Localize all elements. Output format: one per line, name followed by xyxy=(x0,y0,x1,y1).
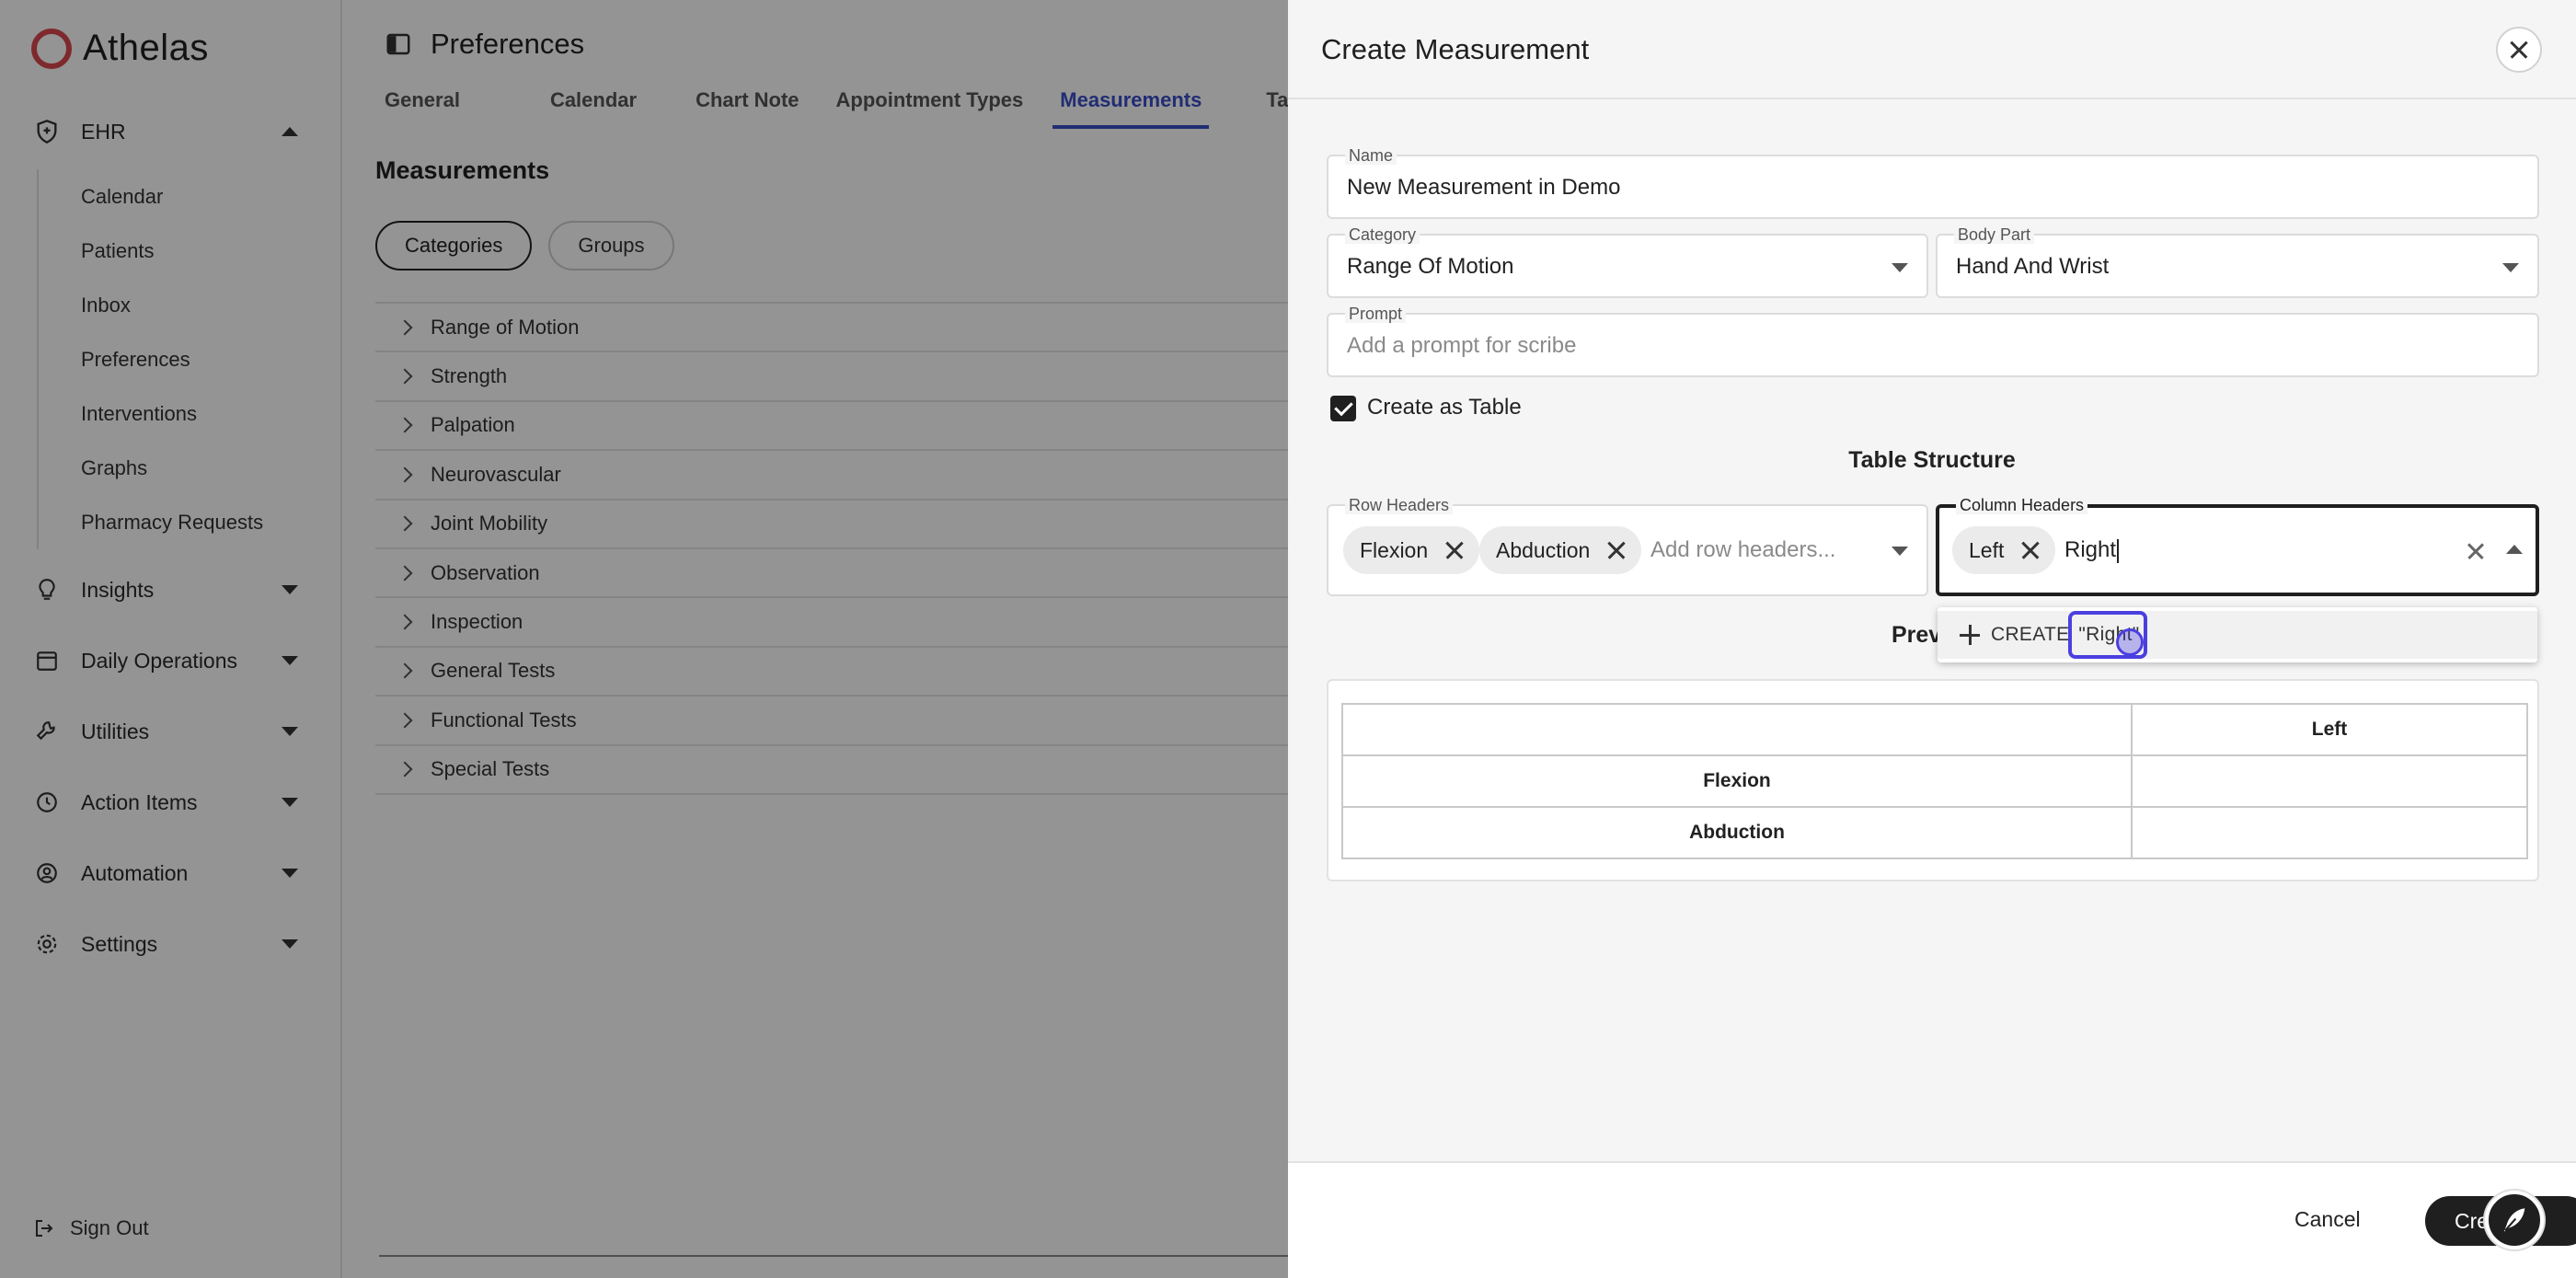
table-row: Abduction xyxy=(1341,806,2528,859)
modal-backdrop[interactable] xyxy=(0,0,1288,1278)
typed-text: Right xyxy=(2064,537,2117,562)
table-header-row: Left xyxy=(1341,703,2528,756)
prompt-label: Prompt xyxy=(1345,305,1407,323)
app-shell: Athelas EHR Calendar Patients Inbox Pref… xyxy=(0,0,2576,1278)
chip-label: Abduction xyxy=(1496,537,1591,562)
remove-chip-icon[interactable] xyxy=(1606,540,1627,560)
table-header-cell: Left xyxy=(2131,703,2528,756)
row-chip-abduction: Abduction xyxy=(1479,526,1642,574)
table-row-header: Flexion xyxy=(1341,754,2133,808)
prompt-placeholder: Add a prompt for scribe xyxy=(1347,333,1577,358)
create-as-table-label: Create as Table xyxy=(1367,395,1522,420)
create-option-prefix: CREATE xyxy=(1991,624,2070,645)
remove-chip-icon[interactable] xyxy=(1444,540,1465,560)
drawer-header: Create Measurement xyxy=(1288,0,2576,99)
cancel-button[interactable]: Cancel xyxy=(2294,1207,2361,1232)
column-headers-input[interactable]: Right xyxy=(2064,537,2120,563)
close-icon xyxy=(2508,39,2530,61)
table-cell xyxy=(2131,754,2528,808)
chevron-down-icon xyxy=(1892,263,1908,272)
column-chip-left: Left xyxy=(1952,526,2056,574)
row-headers-placeholder: Add row headers... xyxy=(1650,537,1836,562)
plus-icon xyxy=(1960,625,1980,645)
row-chip-flexion: Flexion xyxy=(1343,526,1480,574)
chevron-up-icon xyxy=(2506,545,2523,554)
chip-label: Flexion xyxy=(1360,537,1429,562)
mouse-cursor-indicator xyxy=(2116,628,2144,656)
prompt-field[interactable]: Prompt Add a prompt for scribe xyxy=(1327,305,2539,377)
close-button[interactable] xyxy=(2496,27,2542,73)
row-headers-label: Row Headers xyxy=(1345,496,1454,514)
drawer-title: Create Measurement xyxy=(1321,33,1590,65)
category-label: Category xyxy=(1345,225,1420,244)
body-part-select[interactable]: Body Part Hand And Wrist xyxy=(1936,225,2539,298)
table-cell xyxy=(2131,806,2528,859)
table-structure-title: Table Structure xyxy=(1848,447,2016,473)
name-label: Name xyxy=(1345,146,1397,165)
create-as-table-checkbox[interactable] xyxy=(1330,396,1356,421)
create-option-menu: CREATE "Right" xyxy=(1938,607,2537,662)
preview-table: Left Flexion Abduction xyxy=(1341,703,2528,859)
body-part-value: Hand And Wrist xyxy=(1956,254,2110,279)
chevron-down-icon xyxy=(2502,263,2519,272)
remove-chip-icon[interactable] xyxy=(2020,540,2041,560)
category-select[interactable]: Category Range Of Motion xyxy=(1327,225,1928,298)
chevron-down-icon xyxy=(1892,547,1908,556)
scribe-fab-button[interactable] xyxy=(2485,1191,2544,1249)
quill-icon xyxy=(2503,1208,2525,1232)
table-row: Flexion xyxy=(1341,754,2528,808)
create-option[interactable]: CREATE "Right" xyxy=(1938,611,2537,659)
name-value: New Measurement in Demo xyxy=(1347,175,1621,200)
category-value: Range Of Motion xyxy=(1347,254,1514,279)
chip-label: Left xyxy=(1969,537,2005,562)
table-header-cell xyxy=(1341,703,2133,756)
column-headers-label: Column Headers xyxy=(1956,496,2088,514)
body-part-label: Body Part xyxy=(1954,225,2035,244)
table-row-header: Abduction xyxy=(1341,806,2133,859)
drawer-footer: Cancel Create xyxy=(1288,1161,2576,1278)
preview-label: Prev xyxy=(1892,622,1942,648)
clear-icon[interactable] xyxy=(2466,541,2486,561)
name-field[interactable]: Name New Measurement in Demo xyxy=(1327,146,2539,219)
preview-card: Left Flexion Abduction xyxy=(1327,679,2539,881)
text-cursor xyxy=(2117,538,2120,563)
